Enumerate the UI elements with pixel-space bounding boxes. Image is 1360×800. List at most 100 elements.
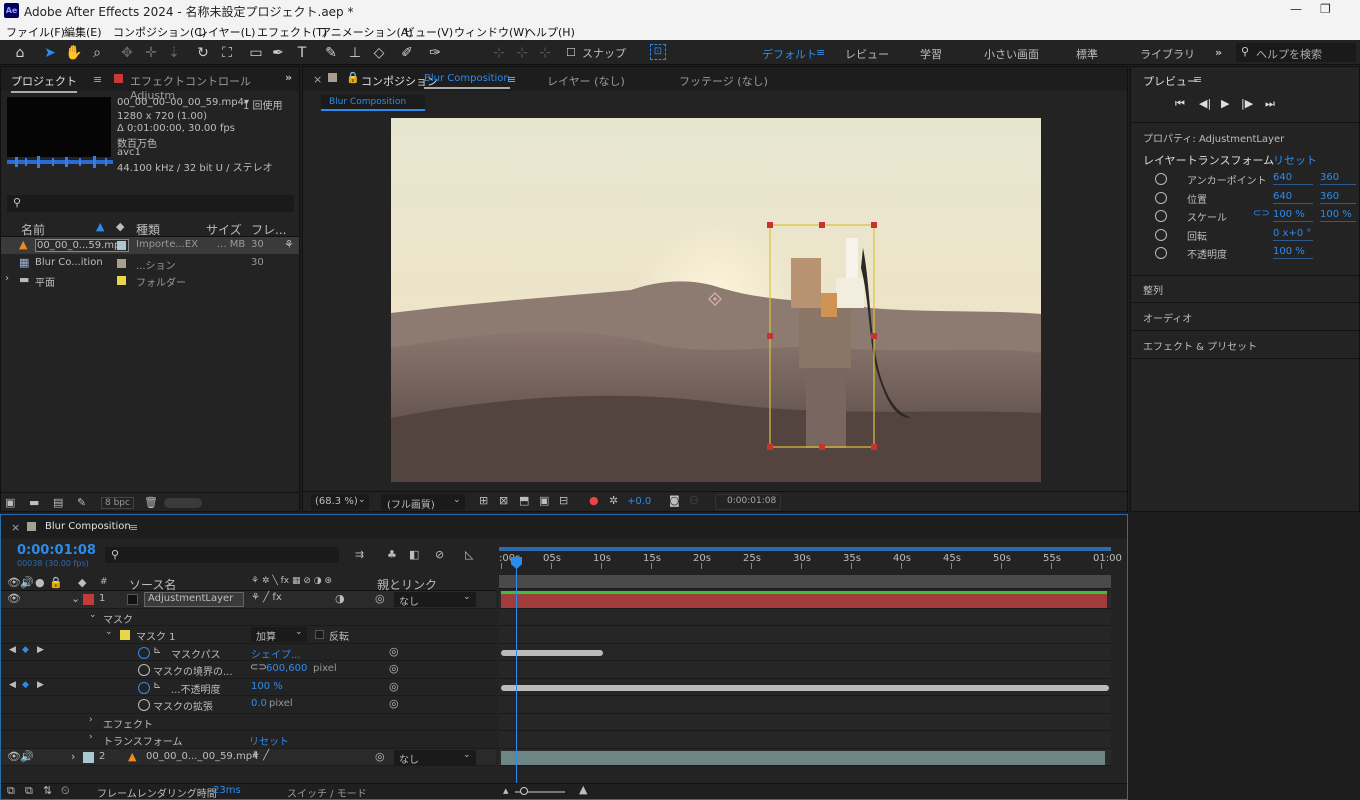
pick-whip-icon[interactable]: ◎ [389,662,399,675]
stopwatch-icon[interactable] [138,699,150,711]
stopwatch-icon[interactable] [1155,191,1167,204]
hand-tool-icon[interactable]: ✋ [65,44,83,62]
workspace-learn[interactable]: 学習 [920,46,942,62]
menu-composition[interactable]: コンポジション(C) [113,24,206,40]
footage-file-name[interactable]: 00_00_00–00_00_59.mp4▾ [117,97,249,108]
section-audio[interactable]: オーディオ [1143,310,1192,325]
mask-expansion-value[interactable]: 0.0 [251,698,267,709]
render-time-toggle-icon[interactable]: ⏲ [61,784,70,798]
property-value-1[interactable]: 100 % [1273,209,1313,222]
panel-menu-icon[interactable]: ≡ [93,73,102,86]
panel-overflow-icon[interactable]: » [285,71,292,84]
menu-file[interactable]: ファイル(F) [6,24,65,40]
footage-layer-bar[interactable] [501,750,1105,765]
transform-property-row[interactable]: アンカーポイント 640 360 [1131,171,1359,188]
expand-chevron-icon[interactable]: › [71,750,75,763]
menu-help[interactable]: ヘルプ(H) [525,24,575,40]
trash-icon[interactable]: 🗑 [144,496,158,509]
tab-timeline-comp[interactable]: Blur Composition [45,521,131,532]
mask-feather-value[interactable]: 600,600 [266,663,307,674]
label-color-swatch[interactable] [117,258,126,268]
prev-keyframe-icon[interactable]: ◀ [9,680,16,690]
region-of-interest-icon[interactable]: ▣ [539,494,549,507]
workspace-default[interactable]: デフォルト [762,46,817,62]
lock-icon[interactable]: 🔒 [346,71,360,84]
transform-property-row[interactable]: 位置 640 360 [1131,190,1359,207]
mask-visibility-icon[interactable]: ⬒ [519,494,529,507]
clone-stamp-icon[interactable]: ⊥ [346,44,364,62]
next-frame-icon[interactable]: |▶ [1241,97,1253,110]
transparency-grid-icon[interactable]: ⊠ [499,494,508,507]
next-keyframe-icon[interactable]: ▶ [37,645,44,655]
stopwatch-icon[interactable] [1155,173,1167,185]
anchor-tool-icon[interactable]: ⛶ [218,44,236,62]
new-folder-icon[interactable]: ▬ [29,496,39,509]
header-size[interactable]: サイズ [206,221,242,238]
composition-viewer[interactable] [391,118,1041,482]
tab-composition-name[interactable]: Blur Composition [424,73,510,89]
property-value-2[interactable]: 100 % [1320,209,1356,222]
next-keyframe-icon[interactable]: ▶ [37,680,44,690]
layer-color-swatch[interactable] [83,751,94,763]
stopwatch-icon[interactable] [1155,247,1167,259]
exposure-value[interactable]: +0.0 [627,496,651,507]
bit-depth-button[interactable]: 8 bpc [101,497,134,509]
expand-chevron-icon[interactable]: › [5,273,9,284]
add-keyframe-icon[interactable]: ◆ [22,680,29,690]
layer-name[interactable]: 00_00_0..._00_59.mp4 [146,751,258,762]
rectangle-tool-icon[interactable]: ▭ [247,44,265,62]
stopwatch-icon[interactable] [138,681,150,694]
adjustment-layer-track[interactable] [499,591,1111,609]
expand-chevron-icon[interactable]: › [89,715,93,725]
header-name[interactable]: 名前 [21,221,45,238]
menu-layer[interactable]: レイヤー(L) [197,24,255,40]
show-snapshot-icon[interactable]: ⚇ [689,494,699,507]
stopwatch-icon[interactable] [1155,228,1167,241]
panel-menu-icon[interactable]: ≡ [1193,73,1202,86]
workspace-menu-icon[interactable]: ≡ [816,46,825,59]
selection-tool-icon[interactable]: ➤ [41,44,59,62]
work-area-bar[interactable] [499,547,1111,551]
expand-chevron-icon[interactable]: ⌄ [71,592,80,605]
audio-icon[interactable]: 🔊 [20,750,34,763]
stopwatch-icon[interactable] [138,646,150,659]
comp-breadcrumb[interactable]: Blur Composition [321,95,425,111]
prev-keyframe-icon[interactable]: ◀ [9,645,16,655]
dolly-icon[interactable]: ⇣ [165,44,183,62]
graph-icon[interactable]: ⊾ [153,680,161,691]
effects-group-row[interactable]: › エフェクト [1,714,496,731]
zoom-tool-icon[interactable]: ⌕ [88,44,106,62]
axis-view-icon[interactable]: ⊹ [536,44,554,62]
add-keyframe-icon[interactable]: ◆ [22,645,29,655]
guides-icon[interactable]: ⊟ [559,494,568,507]
pick-whip-icon[interactable]: ◎ [389,645,399,658]
switches-modes-toggle[interactable]: スイッチ / モード [287,785,367,800]
time-ruler[interactable]: :00s 05s 10s 15s 20s 25s 30s 35s 40s 45s 50s 55s 01:… [499,543,1122,571]
layer-switches[interactable]: ⚘ ╱ fx [251,592,282,603]
timeline-search-input[interactable]: ⚲ [105,547,339,563]
project-item-row[interactable]: ▲ 00_00_0...59.mp4 Importe...EX ... MB 30 ⚘ [1,237,299,254]
stopwatch-icon[interactable] [138,664,150,676]
workspace-more-icon[interactable]: » [1215,46,1222,59]
workspace-standard[interactable]: 標準 [1076,46,1098,62]
constrain-link-icon[interactable]: ⊂⊃ [250,662,267,673]
section-effects-presets[interactable]: エフェクト & プリセット [1143,338,1257,353]
play-icon[interactable]: ▶ [1221,97,1229,110]
new-composition-icon[interactable]: ▤ [53,496,63,509]
constrain-link-icon[interactable]: ⊂⊃ [1253,208,1270,219]
color-channels-icon[interactable]: ● [589,494,599,507]
menu-animation[interactable]: アニメーション(A) [320,24,413,40]
mask-opacity-row[interactable]: ◀ ◆ ▶ ⊾ ...不透明度 100 % ◎ [1,679,496,696]
previous-frame-icon[interactable]: ◀| [1199,97,1211,110]
expand-chevron-icon[interactable]: ⌄ [89,610,97,620]
layer-switches[interactable]: ⚘ ╱ [251,750,269,761]
tab-project[interactable]: プロジェクト [11,73,77,93]
transfer-controls-icon[interactable]: ⧉ [25,784,33,798]
label-color-swatch[interactable] [117,241,126,250]
zoom-out-icon[interactable]: ▴ [503,784,509,797]
header-frame-rate[interactable]: フレ... [251,221,286,238]
axis-world-icon[interactable]: ⊹ [513,44,531,62]
section-align[interactable]: 整列 [1143,282,1163,297]
tab-footage[interactable]: フッテージ (なし) [679,73,768,89]
transform-property-row[interactable]: 不透明度 100 % [1131,245,1359,262]
